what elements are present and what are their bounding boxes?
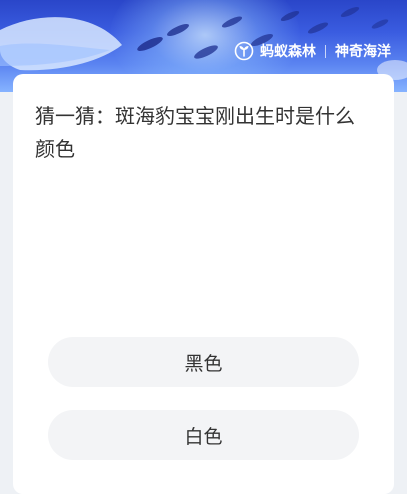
answer-option-black[interactable]: 黑色 xyxy=(48,337,359,387)
ant-forest-leaf-icon xyxy=(234,41,254,61)
answer-option-white[interactable]: 白色 xyxy=(48,410,359,460)
brand-name: 蚂蚁森林 xyxy=(260,44,316,60)
answer-option-label: 黑色 xyxy=(184,352,223,375)
brand-divider xyxy=(325,44,326,58)
brand-bar: 蚂蚁森林 神奇海洋 xyxy=(234,40,391,62)
answer-option-label: 白色 xyxy=(184,425,223,448)
quiz-question: 猜一猜：斑海豹宝宝刚出生时是什么颜色 xyxy=(35,104,355,161)
section-name: 神奇海洋 xyxy=(335,44,391,60)
